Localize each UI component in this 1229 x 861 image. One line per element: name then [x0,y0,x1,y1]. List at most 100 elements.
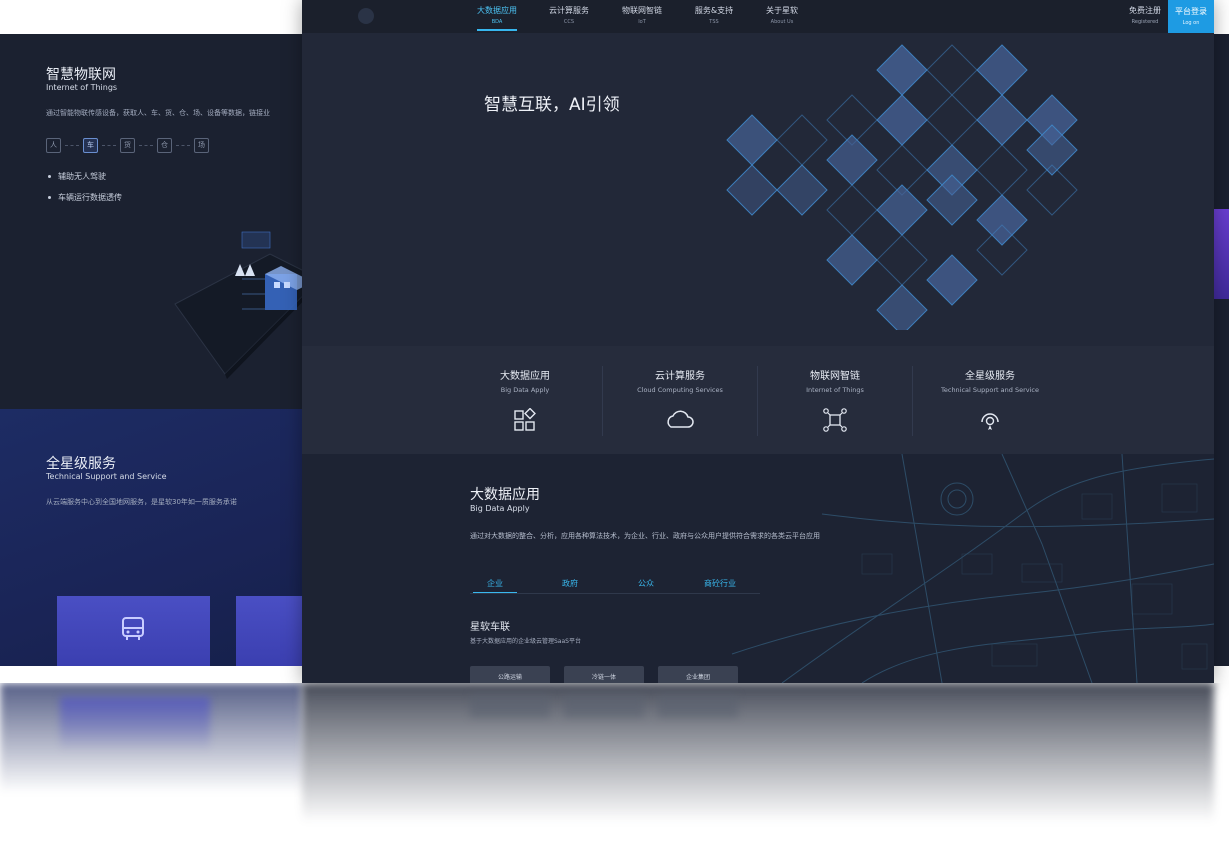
vehicle-iot-illustration [174,231,320,379]
nav-item-about[interactable]: 关于星软 About Us [763,5,801,25]
apps-icon [514,408,536,431]
truck-icon [122,617,144,640]
feature-support[interactable]: 全星级服务 Technical Support and Service [913,346,1067,454]
nav-item-bda[interactable]: 大数据应用 BDA [477,5,517,31]
feature-title: 大数据应用 [500,371,550,382]
diamond-tile [926,94,978,146]
login-label: 平台登录 [1175,7,1207,16]
pill-reflection [658,695,738,717]
card-reflection [60,697,210,752]
iot-bullet: 车辆运行数据透传 [48,192,122,203]
diamond-tile [1026,124,1078,176]
iot-title: 智慧物联网 [46,67,116,83]
diamond-tile [726,114,778,166]
feature-subtitle: Cloud Computing Services [637,386,723,394]
step-person[interactable]: 人 [46,138,61,153]
diamond-tile [876,94,928,146]
register-link[interactable]: 免费注册 Registered [1120,5,1170,25]
product-subtitle: 基于大数据应用的企业级云管理SaaS平台 [470,638,581,645]
diamond-tile [776,164,828,216]
nav-sublabel: BDA [491,19,503,25]
nav-label: 关于星软 [766,6,798,15]
feature-iot[interactable]: 物联网智链 Internet of Things [758,346,912,454]
service-subtitle: Technical Support and Service [46,472,167,481]
diamond-tile [926,44,978,96]
nav-item-iot[interactable]: 物联网智链 IoT [622,5,662,25]
nav-sublabel: TSS [709,19,719,25]
feature-title: 云计算服务 [655,371,705,382]
diamond-tile [826,234,878,286]
iot-bullet: 辅助无人驾驶 [48,171,106,182]
service-card[interactable] [57,596,210,666]
nav-label: 物联网智链 [622,6,662,15]
big-data-section: 大数据应用 Big Data Apply 通过对大数据的整合、分析，应用各种算法… [302,454,1214,683]
hero-title: 智慧互联，AI引领 [484,95,620,115]
feature-strip: 大数据应用 Big Data Apply 云计算服务 Cloud Computi… [302,346,1214,454]
tab-government[interactable]: 政府 [562,578,578,589]
service-description: 从云端服务中心到全国地网服务，是星软30年如一质服务承诺 [46,498,237,506]
diamond-tile [876,284,928,330]
feature-subtitle: Big Data Apply [500,386,550,394]
main-page-window: 大数据应用 BDA 云计算服务 CCS 物联网智链 IoT 服务&支持 TSS … [302,0,1214,683]
feature-subtitle: Technical Support and Service [941,386,1039,394]
nav-label: 服务&支持 [694,6,734,15]
diamond-tile [876,234,928,286]
tab-enterprise[interactable]: 企业 [473,578,517,593]
product-title: 星软车联 [470,622,510,633]
nav-sublabel: About Us [770,19,794,25]
register-label: 免费注册 [1129,6,1161,15]
diamond-tile [876,184,928,236]
top-navigation: 大数据应用 BDA 云计算服务 CCS 物联网智链 IoT 服务&支持 TSS … [302,0,1214,33]
tab-public[interactable]: 公众 [638,578,654,589]
section-title: 大数据应用 [470,487,540,503]
section-description: 通过对大数据的整合、分析，应用各种算法技术，为企业、行业、政府与公众用户提供符合… [470,532,820,540]
step-goods[interactable]: 货 [120,138,135,153]
feature-title: 全星级服务 [965,371,1015,382]
login-button[interactable]: 平台登录 Log on [1168,0,1214,33]
diamond-tile [976,44,1028,96]
background-page-preview: 智慧物联网 Internet of Things 通过智能物联传感设备，获取人、… [0,34,320,666]
step-site[interactable]: 场 [194,138,209,153]
login-sublabel: Log on [1182,20,1200,26]
diamond-tile [926,254,978,306]
diamond-tile [776,114,828,166]
tab-concrete-industry[interactable]: 商砼行业 [704,578,736,589]
cloud-icon [667,410,694,428]
step-warehouse[interactable]: 仓 [157,138,172,153]
category-button[interactable]: 公路运输 [470,666,550,683]
tab-underline-track [470,593,760,594]
category-button[interactable]: 企业集团 [658,666,738,683]
diamond-tile [926,174,978,226]
iot-subtitle: Internet of Things [46,83,118,92]
register-sublabel: Registered [1131,19,1159,25]
diamond-tile [726,164,778,216]
iot-description: 通过智能物联传感设备，获取人、车、货、仓、场、设备等数据，链接业 [46,109,270,117]
nav-item-tss[interactable]: 服务&支持 TSS [694,5,734,25]
feature-cloud[interactable]: 云计算服务 Cloud Computing Services [603,346,757,454]
diamond-tile [976,194,1028,246]
nav-label: 云计算服务 [549,6,589,15]
main-window-reflection [302,683,1214,823]
diamond-grid-graphic [726,44,1078,330]
active-underline [477,29,517,31]
service-title: 全星级服务 [46,456,116,472]
diamond-tile [876,44,928,96]
city-map-background [731,454,1214,683]
nav-label: 大数据应用 [477,6,517,15]
feature-title: 物联网智链 [810,371,860,382]
category-button[interactable]: 冷链一体 [564,666,644,683]
diamond-tile [826,184,878,236]
nav-sublabel: IoT [638,19,646,25]
iot-section: 智慧物联网 Internet of Things 通过智能物联传感设备，获取人、… [0,34,320,409]
reflection [0,683,1229,861]
pill-reflection [470,695,550,717]
pill-reflection [564,695,644,717]
diamond-tile [826,134,878,186]
feature-big-data[interactable]: 大数据应用 Big Data Apply [448,346,602,454]
brand-logo[interactable] [358,8,374,24]
step-vehicle[interactable]: 车 [83,138,98,153]
nav-item-ccs[interactable]: 云计算服务 CCS [549,5,589,25]
iot-steps: 人 车 货 仓 场 [46,138,209,153]
right-page-preview [1212,34,1229,666]
diamond-tile [976,144,1028,196]
